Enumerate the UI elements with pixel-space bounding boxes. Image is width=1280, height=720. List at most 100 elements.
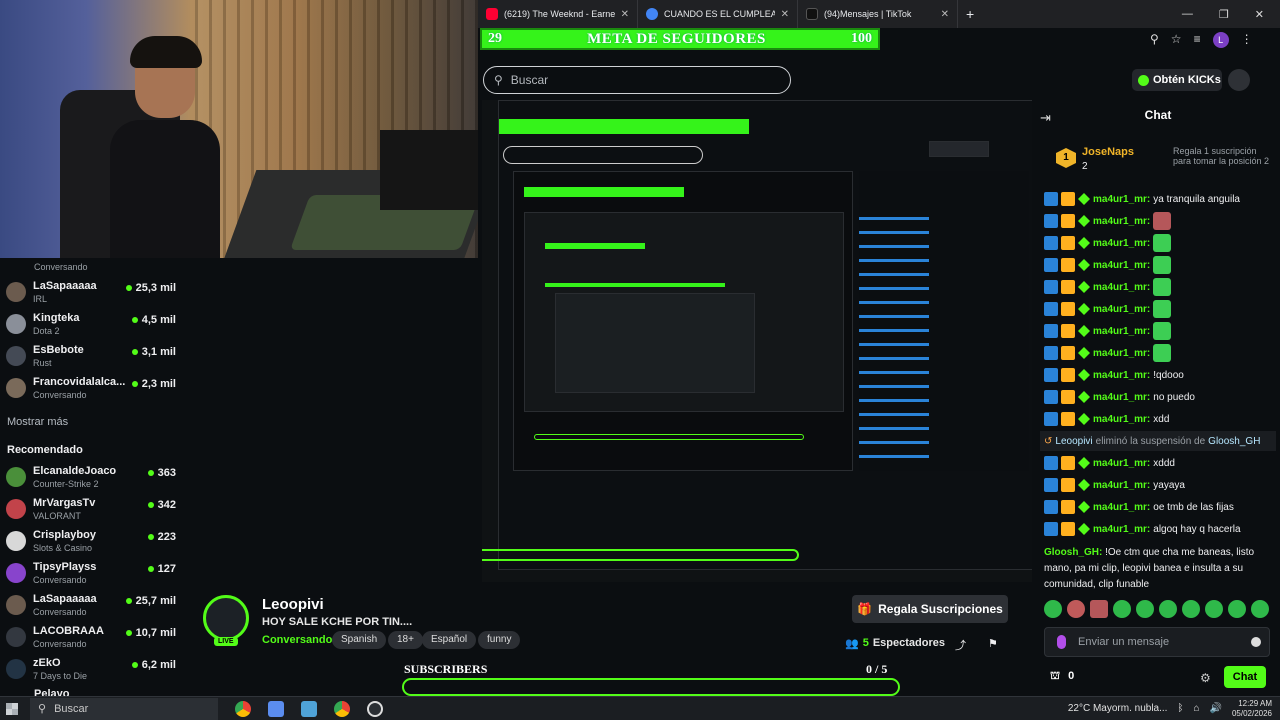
- sidebar-recommended-item[interactable]: LACOBRAAA Conversando 10,7 mil: [6, 625, 176, 655]
- avatar: [6, 467, 26, 487]
- get-kicks-button[interactable]: Obtén KICKs: [1132, 69, 1222, 91]
- emote-icon[interactable]: [1182, 600, 1200, 618]
- sidebar-recommended-item[interactable]: MrVargasTv VALORANT 342: [6, 497, 176, 527]
- emote-icon[interactable]: [1205, 600, 1223, 618]
- close-tab-icon[interactable]: ✕: [941, 9, 949, 20]
- chrome-icon[interactable]: [334, 700, 350, 717]
- close-tab-icon[interactable]: ✕: [781, 9, 789, 20]
- tag[interactable]: Español: [422, 631, 477, 649]
- weather-text[interactable]: 22°C Mayorm. nubla...: [1068, 703, 1168, 714]
- channel-category: Dota 2: [33, 326, 60, 336]
- stream-video-player[interactable]: [482, 100, 1032, 582]
- chat-title: Chat: [1144, 108, 1172, 122]
- mic-icon[interactable]: [1057, 635, 1066, 649]
- emote-icon[interactable]: [1251, 600, 1269, 618]
- emote-icon[interactable]: [1067, 600, 1085, 618]
- minimize-icon[interactable]: —: [1182, 8, 1193, 21]
- obs-icon[interactable]: [367, 700, 383, 717]
- tag[interactable]: Spanish: [332, 631, 387, 649]
- chat-message: ma4ur1_mr:: [1044, 233, 1274, 253]
- sidebar-channel-item[interactable]: Kingteka Dota 2 4,5 mil: [6, 312, 176, 342]
- share-icon[interactable]: ⤴: [955, 637, 966, 653]
- sidebar-recommended-item[interactable]: TipsyPlayss Conversando 127: [6, 561, 176, 591]
- channel-name: zEkO: [33, 657, 61, 669]
- emote-icon: [1153, 344, 1172, 362]
- tag[interactable]: 18+: [388, 631, 423, 649]
- browser-tab[interactable]: CUANDO ES EL CUMPLEAÑOS ✕: [638, 0, 798, 28]
- close-window-icon[interactable]: ✕: [1255, 8, 1264, 21]
- emoji-icon[interactable]: [1251, 637, 1261, 647]
- app-icon[interactable]: [301, 700, 317, 717]
- viewer-count: 363: [147, 467, 176, 479]
- subs-goal-label: SUBSCRIBERS: [404, 662, 488, 676]
- channel-name[interactable]: Leoopivi: [262, 596, 324, 613]
- sidebar-recommended-item[interactable]: Crisplayboy Slots & Casino 223: [6, 529, 176, 559]
- sidebar-channel-item[interactable]: LaSapaaaaa IRL 25,3 mil: [6, 280, 176, 310]
- bookmark-star-icon[interactable]: ☆: [1171, 32, 1182, 48]
- subs-goal-bar: [402, 678, 900, 696]
- browser-tab[interactable]: (6219) The Weeknd - Earned It ✕: [478, 0, 638, 28]
- volume-icon[interactable]: 🔊: [1210, 703, 1222, 714]
- youtube-icon: [486, 8, 498, 20]
- avatar: [6, 499, 26, 519]
- report-icon[interactable]: ⚑: [988, 637, 998, 650]
- browser-tab[interactable]: (94)Mensajes | TikTok ✕: [798, 0, 958, 28]
- webcam-overlay: [0, 0, 478, 258]
- pinned-user[interactable]: JoseNaps: [1082, 146, 1134, 158]
- chat-message: ma4ur1_mr: no puedo: [1044, 387, 1274, 407]
- viewer-count: 10,7 mil: [125, 627, 176, 639]
- zoom-icon[interactable]: ⚲: [1150, 32, 1159, 48]
- viewer-count: 3,1 mil: [131, 346, 176, 358]
- channel-name: LaSapaaaaa: [33, 280, 97, 292]
- media-icon[interactable]: ≡: [1194, 32, 1201, 48]
- maximize-icon[interactable]: ❐: [1219, 8, 1229, 21]
- kicks-icon: ⛫: [1050, 670, 1061, 682]
- channel-category: VALORANT: [33, 511, 81, 521]
- menu-dots-icon[interactable]: ⋮: [1241, 32, 1253, 48]
- sidebar-channel-item[interactable]: Francovidalalca... Conversando 2,3 mil: [6, 376, 176, 406]
- chrome-icon[interactable]: [235, 700, 251, 717]
- show-more-link[interactable]: Mostrar más: [7, 416, 68, 428]
- browser-toolbar-icons: ⚲ ☆ ≡ L ⋮: [1150, 32, 1253, 48]
- profile-avatar[interactable]: L: [1212, 32, 1229, 48]
- channel-name: Kingteka: [33, 312, 80, 324]
- viewer-count: 127: [147, 563, 176, 575]
- bluetooth-icon[interactable]: ᛒ: [1177, 703, 1183, 714]
- emote-icon[interactable]: [1113, 600, 1131, 618]
- tag[interactable]: funny: [478, 631, 521, 649]
- kicks-balance[interactable]: ⛫ 0: [1050, 670, 1074, 684]
- emote-icon[interactable]: [1044, 600, 1062, 618]
- search-input[interactable]: ⚲ Buscar: [483, 66, 791, 94]
- sidebar-recommended-item[interactable]: LaSapaaaaa Conversando 25,7 mil: [6, 593, 176, 623]
- sidebar-recommended-item[interactable]: ElcanaldeJoaco Counter-Strike 2 363: [6, 465, 176, 495]
- chat-message-input[interactable]: Enviar un mensaje: [1044, 627, 1270, 657]
- system-message: ↺ Leoopivi eliminó la suspensión de Gloo…: [1040, 431, 1276, 451]
- channel-name: LACOBRAAA: [33, 625, 104, 637]
- search-placeholder: Buscar: [510, 73, 549, 87]
- send-chat-button[interactable]: Chat: [1224, 666, 1266, 688]
- emote-icon[interactable]: [1228, 600, 1246, 618]
- emote-icon[interactable]: [1159, 600, 1177, 618]
- avatar: [6, 659, 26, 679]
- channel-avatar[interactable]: LIVE: [203, 595, 249, 646]
- emote-icon[interactable]: [1090, 600, 1108, 618]
- sidebar-recommended-item[interactable]: zEkO 7 Days to Die 6,2 mil: [6, 657, 176, 687]
- chat-message: ma4ur1_mr: oe tmb de las fijas: [1044, 497, 1274, 517]
- sidebar-channel-item[interactable]: EsBebote Rust 3,1 mil: [6, 344, 176, 374]
- channel-category: Conversando: [33, 607, 87, 617]
- user-avatar[interactable]: [1228, 69, 1250, 91]
- channel-category: Slots & Casino: [33, 543, 93, 553]
- viewer-count: 👥 5 Espectadores: [845, 637, 945, 650]
- windows-start-icon[interactable]: [6, 702, 18, 715]
- gift-subs-button[interactable]: 🎁 Regala Suscripciones: [852, 595, 1008, 623]
- new-tab-button[interactable]: +: [958, 6, 982, 22]
- clock[interactable]: 12:29 AM 05/02/2026: [1232, 699, 1272, 719]
- gear-icon[interactable]: ⚙: [1200, 671, 1211, 685]
- network-icon[interactable]: ⌂: [1193, 703, 1199, 714]
- taskbar: ⚲ Buscar 22°C Mayorm. nubla... ᛒ ⌂ 🔊 12:…: [0, 696, 1280, 720]
- emote-icon[interactable]: [1136, 600, 1154, 618]
- app-icon[interactable]: [268, 700, 284, 717]
- stream-category[interactable]: Conversando: [262, 634, 332, 646]
- close-tab-icon[interactable]: ✕: [621, 9, 629, 20]
- taskbar-search[interactable]: ⚲ Buscar: [30, 697, 218, 720]
